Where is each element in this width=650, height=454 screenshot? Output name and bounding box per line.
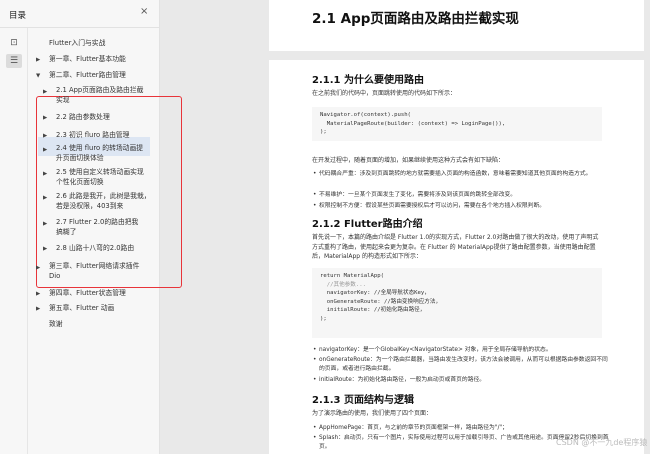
code-line: onGenerateRoute: //路由变换响应方法， bbox=[320, 298, 442, 305]
list-item: 代码耦合严重：涉及到页面跳转的地方就需要插入页面的构造函数，意味着需要知道其他页… bbox=[313, 170, 609, 179]
outline-list-icon[interactable]: ☰ bbox=[6, 54, 22, 68]
page-separator bbox=[269, 51, 644, 60]
expand-arrow-icon[interactable]: ▶ bbox=[43, 147, 47, 153]
toc-item-2-2[interactable]: 2.2 路由参数处理 bbox=[56, 113, 110, 123]
code-line: ); bbox=[320, 315, 327, 322]
expand-arrow-icon[interactable]: ▶ bbox=[36, 306, 40, 312]
list-item: onGenerateRoute：为一个路由拦截器，当路由发生改变时，该方法会被调… bbox=[313, 356, 609, 374]
list-item: 权限控制不方便：假设某些页面需要授权后才可以访问，需要在各个地方插入权限判断。 bbox=[313, 202, 609, 211]
paragraph: 为了演示路由的使用，我们使用了四个页面： bbox=[312, 410, 433, 417]
document-page: 2.1 App页面路由及路由拦截实现 2.1.1 为什么要使用路由 在之前我们的… bbox=[269, 0, 644, 454]
close-icon[interactable]: × bbox=[140, 7, 148, 17]
toc-item-thanks[interactable]: 致谢 bbox=[49, 320, 63, 330]
expand-arrow-icon[interactable]: ▶ bbox=[43, 171, 47, 177]
expand-arrow-icon[interactable]: ▶ bbox=[43, 133, 47, 139]
page-title: 2.1 App页面路由及路由拦截实现 bbox=[312, 11, 519, 27]
paragraph: 在开发过程中，随着页面的增加，如果继续使用这种方式会有如下缺陷： bbox=[312, 157, 505, 164]
toc-item-2-3[interactable]: 2.3 初识 fluro 路由管理 bbox=[56, 131, 129, 141]
toc-item-2-7[interactable]: 2.7 Flutter 2.0的路由把我搞糊了 bbox=[56, 218, 144, 237]
list-item: 不易维护：一旦某个页面发生了变化，需要将涉及到该页面的跳转全部改变。 bbox=[313, 191, 609, 200]
code-line: //其他参数... bbox=[320, 281, 366, 288]
sidebar-header: 目录 × bbox=[0, 0, 159, 28]
code-block: Navigator.of(context).push( MaterialPage… bbox=[312, 107, 602, 141]
expand-arrow-icon[interactable]: ▶ bbox=[43, 89, 47, 95]
expand-arrow-icon[interactable]: ▶ bbox=[36, 57, 40, 63]
toc-item-book[interactable]: Flutter入门与实战 bbox=[49, 39, 105, 49]
toc-item-ch2[interactable]: 第二章、Flutter路由管理 bbox=[49, 71, 126, 81]
code-line: ); bbox=[320, 129, 327, 135]
toc-item-ch3[interactable]: 第三章、Flutter网络请求插件Dio bbox=[49, 262, 145, 281]
toc-item-ch5[interactable]: 第五章、Flutter 动画 bbox=[49, 304, 114, 314]
code-line: Navigator.of(context).push( bbox=[320, 112, 411, 118]
watermark: CSDN @不一九de程序猿 bbox=[556, 438, 648, 447]
list-item: AppHomePage：首页，与之前的章节的页面框架一样，路由路径为"/"； bbox=[313, 424, 609, 433]
collapse-arrow-icon[interactable]: ▼ bbox=[36, 73, 40, 79]
section-heading: 2.1.2 Flutter路由介绍 bbox=[312, 219, 423, 230]
toc-item-2-5[interactable]: 2.5 使用自定义转场动画实现个性化页面切换 bbox=[56, 168, 144, 187]
paragraph: 首先说一下，本篇的路由介绍是 Flutter 1.0的实现方式，Flutter … bbox=[312, 234, 599, 260]
outline-sidebar: 目录 × ⊡ ☰ Flutter入门与实战 ▶ 第一章、Flutter基本功能 … bbox=[0, 0, 182, 454]
sidebar-rail: ⊡ ☰ bbox=[0, 28, 28, 454]
expand-arrow-icon[interactable]: ▶ bbox=[36, 291, 40, 297]
expand-arrow-icon[interactable]: ▶ bbox=[43, 246, 47, 252]
section-heading: 2.1.3 页面结构与逻辑 bbox=[312, 395, 414, 406]
toc-item-ch4[interactable]: 第四章、Flutter状态管理 bbox=[49, 289, 126, 299]
code-block: return MaterialApp( //其他参数... navigatorK… bbox=[312, 268, 602, 338]
section-heading: 2.1.1 为什么要使用路由 bbox=[312, 75, 424, 86]
expand-arrow-icon[interactable]: ▶ bbox=[43, 195, 47, 201]
code-line: MaterialPageRoute(builder: (context) => … bbox=[320, 120, 506, 127]
expand-arrow-icon[interactable]: ▶ bbox=[36, 265, 40, 271]
list-item: navigatorKey：是一个GlobalKey<NavigatorState… bbox=[313, 346, 609, 355]
expand-arrow-icon[interactable]: ▶ bbox=[43, 115, 47, 121]
code-line: return MaterialApp( bbox=[320, 273, 384, 279]
sidebar-title: 目录 bbox=[9, 11, 27, 21]
toc-item-2-4[interactable]: 2.4 使用 fluro 的转场动画提升页面切换体验 bbox=[56, 144, 144, 163]
list-item: initialRoute：为初始化路由路径，一般为启动页或首页的路径。 bbox=[313, 376, 609, 385]
toc-item-ch1[interactable]: 第一章、Flutter基本功能 bbox=[49, 55, 126, 65]
expand-arrow-icon[interactable]: ▶ bbox=[43, 221, 47, 227]
code-line: navigatorKey: //全局导航状态Key， bbox=[320, 290, 430, 296]
code-line: initialRoute: //初始化路由路径， bbox=[320, 307, 426, 313]
paragraph: 在之前我们的代码中，页面跳转使用的代码如下所示： bbox=[312, 90, 457, 97]
toc-item-2-8[interactable]: 2.8 山路十八弯的2.0路由 bbox=[56, 244, 134, 254]
toc-item-2-6[interactable]: 2.6 此路是我开，此树是我栽，若是没权限，403到来 bbox=[56, 192, 152, 211]
table-of-contents: Flutter入门与实战 ▶ 第一章、Flutter基本功能 ▼ 第二章、Flu… bbox=[28, 28, 182, 454]
toc-item-2-1[interactable]: 2.1 App页面路由及路由拦截实现 bbox=[56, 86, 144, 105]
thumbnail-view-icon[interactable]: ⊡ bbox=[6, 36, 22, 50]
